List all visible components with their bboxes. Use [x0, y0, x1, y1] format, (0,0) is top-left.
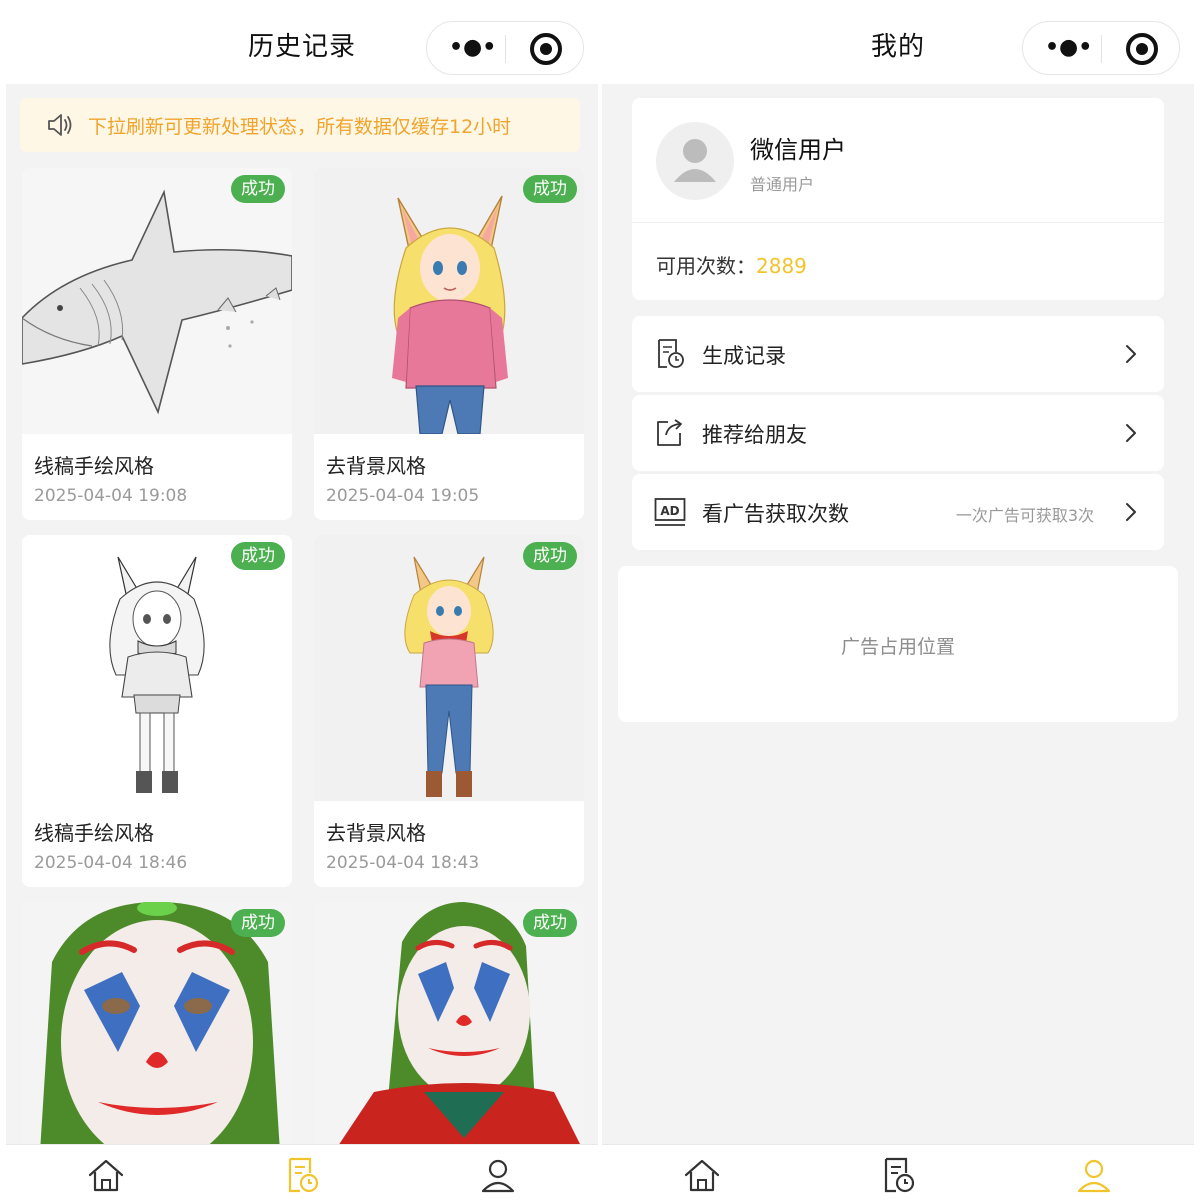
history-card[interactable]: 成功 去背景风格 2025-04-04 19:05	[314, 168, 584, 520]
status-badge: 成功	[523, 542, 577, 570]
more-icon[interactable]: •●•	[1045, 36, 1092, 60]
ad-icon: AD	[654, 498, 686, 526]
notice-bar: 下拉刷新可更新处理状态，所有数据仅缓存12小时	[20, 98, 580, 152]
history-card[interactable]: 成功 去背景风格 2025-04-04 18:43	[314, 535, 584, 887]
menu-label: 看广告获取次数	[702, 502, 849, 526]
menu-item-generation-records[interactable]: 生成记录	[632, 316, 1164, 392]
credits-row: 可用次数：2889	[656, 250, 807, 279]
mini-program-capsule: •●•	[1022, 21, 1180, 75]
result-thumbnail	[314, 535, 584, 801]
chevron-right-icon	[1126, 503, 1136, 521]
menu-label: 生成记录	[702, 344, 786, 368]
menu-label: 推荐给朋友	[702, 423, 807, 447]
home-icon[interactable]	[86, 1155, 126, 1195]
user-type: 普通用户	[750, 175, 815, 194]
clown-face-image	[22, 902, 292, 1152]
status-badge: 成功	[231, 175, 285, 203]
history-card[interactable]: 成功	[314, 902, 584, 1152]
history-card[interactable]: 成功 线稿手绘风格 2025-04-04 18:46	[22, 535, 292, 887]
history-card[interactable]: 成功 线稿手绘风格 2025-04-04 19:08	[22, 168, 292, 520]
ad-placeholder: 广告占用位置	[618, 566, 1178, 722]
clown-portrait-image	[314, 902, 584, 1152]
result-thumbnail	[314, 902, 584, 1152]
user-info-card: 微信用户 普通用户 可用次数：2889	[632, 98, 1164, 300]
result-thumbnail	[314, 168, 584, 434]
notice-text: 下拉刷新可更新处理状态，所有数据仅缓存12小时	[88, 116, 512, 138]
user-icon[interactable]	[478, 1155, 518, 1195]
record-icon	[658, 339, 684, 368]
tab-bar	[602, 1144, 1194, 1200]
result-thumbnail	[22, 168, 292, 434]
menu-item-watch-ad[interactable]: AD 看广告获取次数 一次广告可获取3次	[632, 474, 1164, 550]
user-name: 微信用户	[750, 136, 846, 164]
style-name: 去背景风格	[326, 454, 426, 478]
credits-label: 可用次数：	[656, 254, 756, 278]
share-icon	[657, 419, 682, 446]
more-icon[interactable]: •●•	[449, 36, 496, 60]
result-thumbnail	[22, 902, 292, 1152]
fox-girl-image	[314, 168, 584, 434]
capsule-divider	[505, 35, 506, 63]
fox-girl-sketch-image	[22, 535, 292, 801]
home-icon[interactable]	[682, 1155, 722, 1195]
style-name: 线稿手绘风格	[34, 821, 154, 845]
close-target-icon[interactable]	[1126, 33, 1158, 65]
shark-sketch-image	[22, 168, 292, 434]
history-card[interactable]: 成功	[22, 902, 292, 1152]
status-badge: 成功	[231, 909, 285, 937]
result-thumbnail	[22, 535, 292, 801]
default-avatar-icon	[674, 139, 716, 182]
capsule-divider	[1101, 35, 1102, 63]
fox-girl-fullbody-image	[314, 535, 584, 801]
credits-value: 2889	[756, 254, 807, 278]
svg-text:AD: AD	[660, 504, 679, 518]
ad-placeholder-text: 广告占用位置	[840, 636, 955, 658]
chevron-right-icon	[1126, 424, 1136, 442]
timestamp: 2025-04-04 19:08	[34, 486, 188, 506]
menu-item-share[interactable]: 推荐给朋友	[632, 395, 1164, 471]
timestamp: 2025-04-04 19:05	[326, 486, 480, 506]
speaker-icon	[48, 114, 72, 136]
user-icon[interactable]	[1074, 1155, 1114, 1195]
history-icon[interactable]	[878, 1155, 918, 1195]
history-icon[interactable]	[282, 1155, 322, 1195]
mini-program-capsule: •●•	[426, 21, 584, 75]
timestamp: 2025-04-04 18:43	[326, 853, 480, 873]
status-badge: 成功	[523, 175, 577, 203]
close-target-icon[interactable]	[530, 33, 562, 65]
status-badge: 成功	[523, 909, 577, 937]
avatar[interactable]	[656, 122, 734, 200]
tab-bar	[6, 1144, 598, 1200]
profile-navbar: 我的 •●•	[602, 0, 1194, 84]
screenshot-root: 历史记录 •●• 下拉刷新可更新处理状态，所有数据仅缓存12小时 成功 线稿手绘…	[0, 0, 1200, 1200]
timestamp: 2025-04-04 18:46	[34, 853, 188, 873]
history-navbar: 历史记录 •●•	[6, 0, 598, 84]
profile-screen: 我的 •●• 微信用户 普通用户 可用次数：2889 生成记录 推荐给朋友 AD…	[602, 0, 1194, 1200]
style-name: 线稿手绘风格	[34, 454, 154, 478]
history-screen: 历史记录 •●• 下拉刷新可更新处理状态，所有数据仅缓存12小时 成功 线稿手绘…	[6, 0, 598, 1200]
style-name: 去背景风格	[326, 821, 426, 845]
menu-hint: 一次广告可获取3次	[955, 506, 1094, 525]
chevron-right-icon	[1126, 345, 1136, 363]
divider	[632, 222, 1164, 223]
status-badge: 成功	[231, 542, 285, 570]
